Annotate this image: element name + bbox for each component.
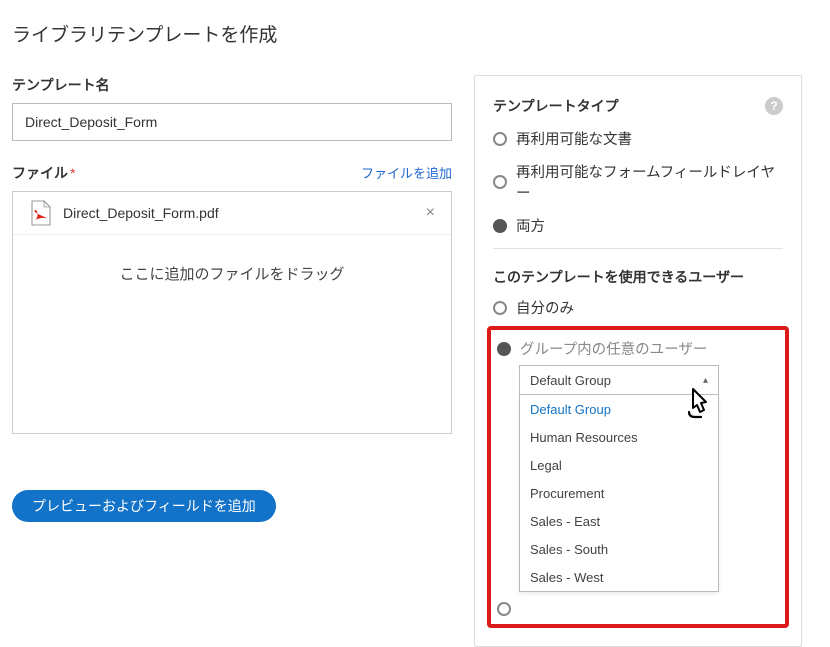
template-type-option-both[interactable]: 両方 — [493, 215, 783, 236]
preview-add-fields-button[interactable]: プレビューおよびフィールドを追加 — [12, 490, 276, 522]
user-heading: このテンプレートを使用できるユーザー — [493, 267, 783, 287]
radio-icon — [493, 301, 507, 315]
add-file-link[interactable]: ファイルを追加 — [361, 163, 452, 182]
radio-icon — [497, 342, 511, 356]
help-icon[interactable]: ? — [765, 97, 783, 115]
page-title: ライブラリテンプレートを作成 — [12, 20, 818, 47]
file-row: Direct_Deposit_Form.pdf × — [13, 192, 451, 235]
radio-label: 自分のみ — [516, 297, 574, 318]
group-dropdown[interactable]: Default Group ▴ Default GroupHuman Resou… — [519, 365, 719, 592]
dropdown-option[interactable]: Legal — [520, 451, 718, 479]
left-column: テンプレート名 ファイル* ファイルを追加 Direct_Deposit_For… — [12, 75, 452, 522]
user-option-org[interactable] — [497, 602, 779, 616]
highlight-box: グループ内の任意のユーザー Default Group ▴ Default Gr… — [487, 326, 789, 628]
template-type-heading: テンプレートタイプ — [493, 96, 765, 116]
template-type-option-reusable-doc[interactable]: 再利用可能な文書 — [493, 128, 783, 149]
radio-label: グループ内の任意のユーザー — [520, 338, 707, 359]
caret-up-icon: ▴ — [703, 375, 708, 386]
radio-label: 再利用可能なフォームフィールドレイヤー — [516, 161, 783, 203]
user-option-self-only[interactable]: 自分のみ — [493, 297, 783, 318]
file-label: ファイル* — [12, 163, 75, 183]
radio-icon — [497, 602, 511, 616]
dropdown-option[interactable]: Procurement — [520, 479, 718, 507]
dropdown-option[interactable]: Sales - East — [520, 507, 718, 535]
radio-icon — [493, 175, 507, 189]
radio-icon — [493, 219, 507, 233]
radio-label: 両方 — [516, 215, 545, 236]
dropdown-option[interactable]: Default Group — [520, 395, 718, 423]
file-name: Direct_Deposit_Form.pdf — [63, 205, 422, 221]
template-type-option-form-layer[interactable]: 再利用可能なフォームフィールドレイヤー — [493, 161, 783, 203]
remove-file-icon[interactable]: × — [422, 204, 439, 222]
dropdown-option[interactable]: Sales - South — [520, 535, 718, 563]
dropdown-list: Default GroupHuman ResourcesLegalProcure… — [519, 395, 719, 592]
radio-label: 再利用可能な文書 — [516, 128, 632, 149]
right-panel: テンプレートタイプ ? 再利用可能な文書 再利用可能なフォームフィールドレイヤー… — [474, 75, 802, 647]
pdf-icon — [29, 200, 51, 226]
dropdown-selected[interactable]: Default Group ▴ — [519, 365, 719, 395]
file-drop-area[interactable]: ここに追加のファイルをドラッグ — [13, 235, 451, 433]
template-name-label: テンプレート名 — [12, 75, 452, 95]
dropdown-option[interactable]: Human Resources — [520, 423, 718, 451]
divider — [493, 248, 783, 249]
file-list-box: Direct_Deposit_Form.pdf × ここに追加のファイルをドラッ… — [12, 191, 452, 434]
radio-icon — [493, 132, 507, 146]
template-name-input[interactable] — [12, 103, 452, 141]
user-option-group-any[interactable]: グループ内の任意のユーザー — [497, 338, 779, 359]
required-star: * — [70, 165, 75, 181]
dropdown-option[interactable]: Sales - West — [520, 563, 718, 591]
dropdown-selected-label: Default Group — [530, 373, 611, 388]
